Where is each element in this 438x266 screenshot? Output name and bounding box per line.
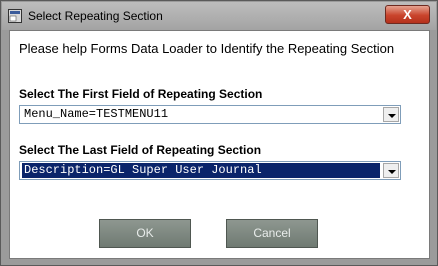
last-field-label: Select The Last Field of Repeating Secti… [19, 143, 262, 157]
close-button[interactable]: X [385, 5, 430, 24]
last-field-dropdown[interactable]: Description=GL Super User Journal [19, 161, 401, 180]
first-field-dropdown[interactable]: Menu_Name=TESTMENU11 [19, 105, 401, 124]
cancel-button[interactable]: Cancel [226, 219, 318, 248]
first-field-label: Select The First Field of Repeating Sect… [19, 87, 263, 101]
chevron-down-icon[interactable] [383, 107, 399, 122]
title-bar[interactable]: Select Repeating Section X [2, 2, 436, 30]
last-field-value: Description=GL Super User Journal [21, 162, 381, 179]
chevron-down-icon[interactable] [383, 163, 399, 178]
instruction-text: Please help Forms Data Loader to Identif… [19, 41, 395, 56]
dialog-body: Please help Forms Data Loader to Identif… [9, 30, 430, 259]
app-icon [8, 9, 22, 23]
ok-button[interactable]: OK [99, 219, 191, 248]
window-title: Select Repeating Section [28, 9, 163, 23]
first-field-value: Menu_Name=TESTMENU11 [24, 107, 169, 121]
dialog-window: Select Repeating Section X Please help F… [0, 0, 438, 266]
close-icon: X [403, 7, 412, 22]
